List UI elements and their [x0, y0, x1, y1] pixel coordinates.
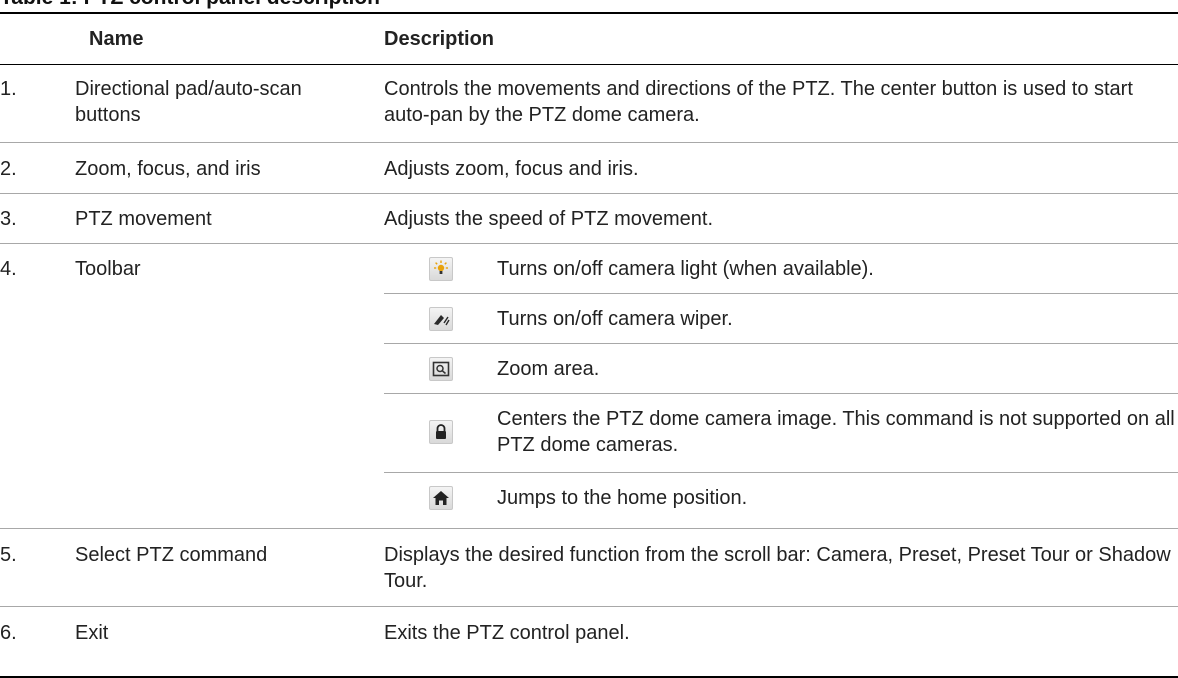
row-divider — [384, 472, 1178, 473]
row-divider — [384, 393, 1178, 394]
row-divider — [384, 343, 1178, 344]
row-divider — [0, 528, 1178, 529]
table-top-rule — [0, 12, 1178, 14]
wiper-icon — [429, 307, 453, 331]
row-number: 1. — [0, 78, 17, 100]
row-description: Displays the desired function from the s… — [384, 544, 1171, 592]
row-divider — [0, 193, 1178, 194]
row-name: Select PTZ command — [75, 544, 268, 566]
row-number: 4. — [0, 258, 17, 280]
row-number: 5. — [0, 544, 17, 566]
row-number: 6. — [0, 622, 17, 644]
toolbar-item-text: Turns on/off camera light (when availabl… — [497, 258, 874, 280]
row-divider — [0, 606, 1178, 607]
toolbar-item-text: Centers the PTZ dome camera image. This … — [497, 408, 1175, 456]
header-description: Description — [384, 28, 495, 50]
row-description: Adjusts the speed of PTZ movement. — [384, 208, 714, 230]
header-name: Name — [89, 28, 144, 50]
header-rule — [0, 64, 1178, 65]
light-icon — [429, 257, 453, 281]
home-icon — [429, 486, 453, 510]
toolbar-item-text: Zoom area. — [497, 358, 600, 380]
row-name: Directional pad/auto-scan buttons — [75, 78, 302, 126]
row-name: Exit — [75, 622, 109, 644]
row-number: 3. — [0, 208, 17, 230]
table-caption: Table 1: PTZ control panel description — [0, 0, 1178, 12]
lock-icon — [429, 420, 453, 444]
row-name: Zoom, focus, and iris — [75, 158, 261, 180]
row-description: Exits the PTZ control panel. — [384, 622, 630, 644]
row-name: PTZ movement — [75, 208, 212, 230]
toolbar-item-text: Jumps to the home position. — [497, 487, 748, 509]
row-description: Controls the movements and directions of… — [384, 78, 1133, 126]
row-divider — [0, 243, 1178, 244]
row-description: Adjusts zoom, focus and iris. — [384, 158, 639, 180]
row-divider — [0, 142, 1178, 143]
row-divider — [384, 293, 1178, 294]
row-number: 2. — [0, 158, 17, 180]
row-name: Toolbar — [75, 258, 141, 280]
zoom-area-icon — [429, 357, 453, 381]
toolbar-item-text: Turns on/off camera wiper. — [497, 308, 733, 330]
